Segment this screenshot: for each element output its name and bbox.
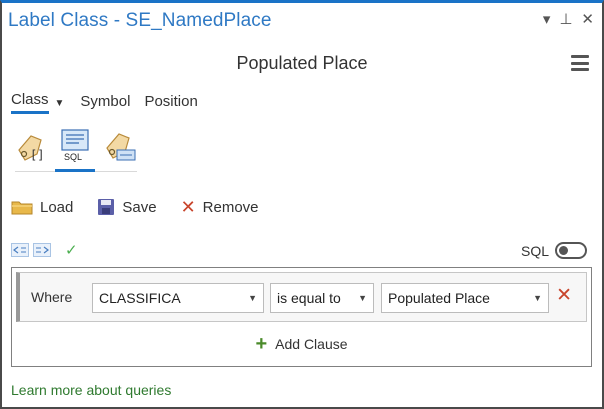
- label-class-heading: Populated Place: [236, 53, 368, 73]
- save-button[interactable]: Save: [97, 198, 157, 216]
- sql-icon-caption: SQL: [64, 152, 83, 162]
- close-icon[interactable]: ✕: [581, 11, 594, 29]
- load-button[interactable]: Load: [11, 198, 73, 216]
- save-label: Save: [122, 198, 157, 216]
- clause-tools: ✓: [11, 241, 78, 259]
- chevron-down-icon[interactable]: ▼: [55, 98, 65, 109]
- verify-check-icon[interactable]: ✓: [65, 241, 78, 259]
- field-value: CLASSIFICA: [99, 290, 181, 306]
- tab-class[interactable]: Class: [11, 91, 49, 114]
- chevron-down-icon: ▼: [533, 293, 542, 303]
- sql-toggle: SQL: [521, 242, 587, 259]
- remove-label: Remove: [202, 198, 259, 216]
- pane-title: Label Class - SE_NamedPlace: [8, 10, 272, 31]
- add-clause-button[interactable]: + Add Clause: [12, 333, 591, 355]
- sql-toggle-switch[interactable]: [555, 242, 587, 259]
- folder-icon: [11, 198, 33, 216]
- remove-icon: ✕: [180, 197, 196, 217]
- tab-strip: Class ▼ Symbol Position: [11, 91, 212, 114]
- sql-query-icon[interactable]: SQL: [55, 128, 95, 172]
- operator-dropdown[interactable]: is equal to ▼: [270, 283, 374, 313]
- tab-symbol[interactable]: Symbol: [80, 93, 130, 113]
- pane-options-dropdown-icon[interactable]: ▾: [543, 11, 551, 29]
- clause-row: Where CLASSIFICA ▼ is equal to ▼ Populat…: [16, 272, 587, 322]
- learn-more-link[interactable]: Learn more about queries: [11, 382, 171, 398]
- label-expression-icon[interactable]: []: [15, 128, 47, 168]
- clause-builder: Where CLASSIFICA ▼ is equal to ▼ Populat…: [11, 267, 592, 367]
- label-placement-icon[interactable]: [103, 128, 136, 168]
- chevron-down-icon: ▼: [248, 293, 257, 303]
- remove-button[interactable]: ✕ Remove: [180, 197, 259, 217]
- value-dropdown[interactable]: Populated Place ▼: [381, 283, 549, 313]
- value-value: Populated Place: [388, 290, 490, 306]
- load-label: Load: [40, 198, 74, 216]
- expression-mode-bar: [] SQL: [15, 128, 137, 172]
- sql-toggle-label: SQL: [520, 242, 549, 259]
- svg-text:[]: []: [30, 148, 44, 162]
- pin-icon[interactable]: ⊥: [559, 11, 572, 29]
- indent-right-icon[interactable]: [33, 243, 51, 257]
- indent-left-icon[interactable]: [11, 243, 29, 257]
- plus-icon: +: [255, 333, 268, 355]
- remove-clause-icon[interactable]: ✕: [556, 284, 572, 307]
- chevron-down-icon: ▼: [358, 293, 367, 303]
- field-dropdown[interactable]: CLASSIFICA ▼: [92, 283, 264, 313]
- tab-position[interactable]: Position: [144, 93, 197, 113]
- query-actions: Load Save ✕ Remove: [11, 198, 283, 216]
- title-controls: ▾ ⊥ ✕: [543, 11, 594, 29]
- add-clause-label: Add Clause: [275, 336, 348, 352]
- where-label: Where: [31, 289, 73, 305]
- save-icon: [97, 198, 115, 216]
- menu-icon[interactable]: [571, 55, 589, 71]
- operator-value: is equal to: [277, 290, 341, 306]
